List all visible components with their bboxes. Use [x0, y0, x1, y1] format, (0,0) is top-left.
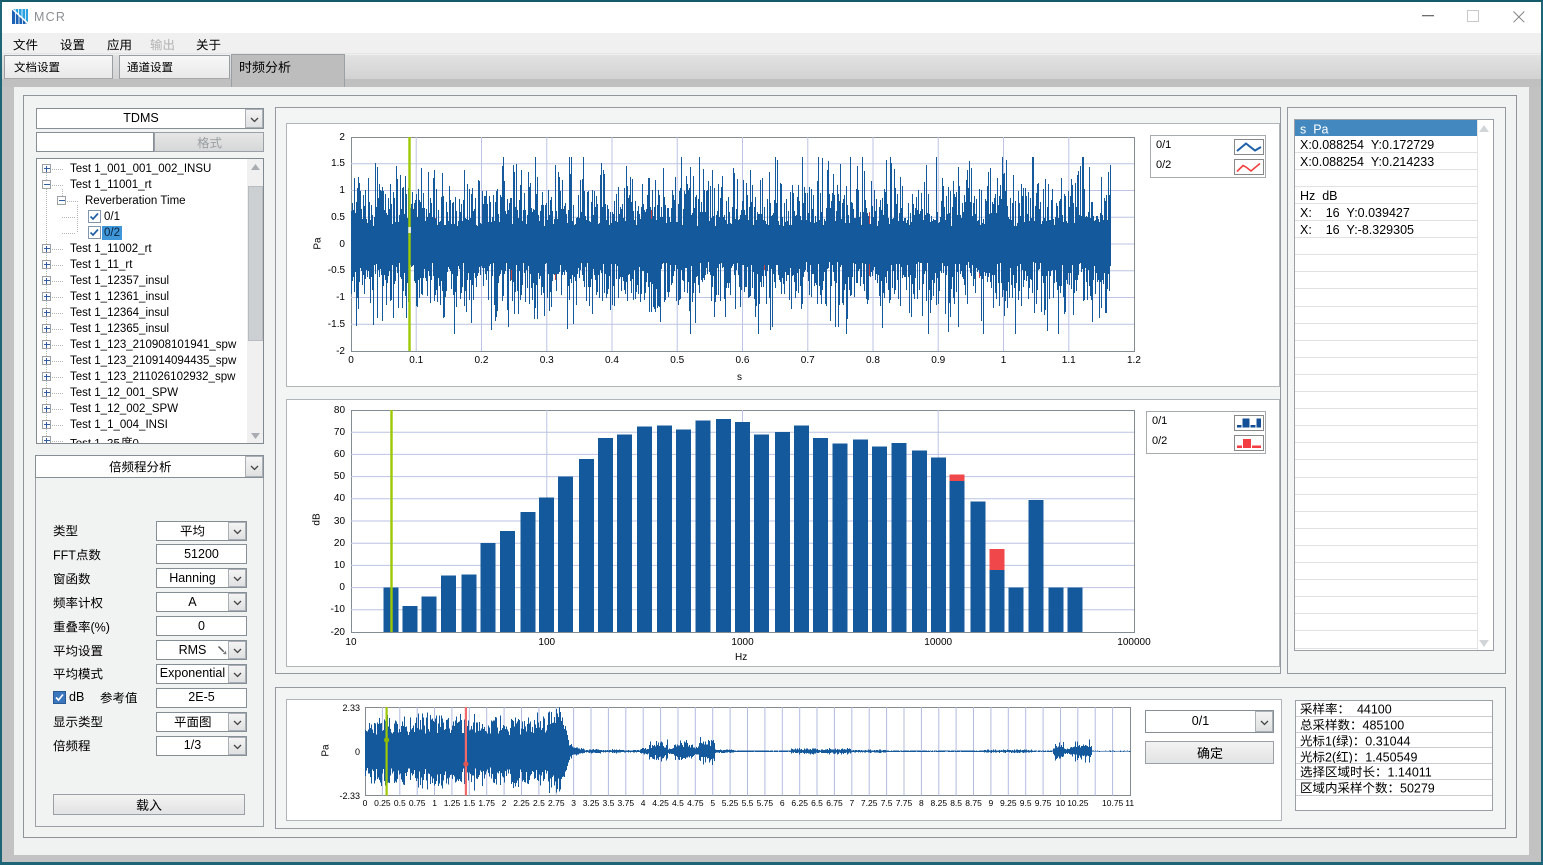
svg-text:FFT: FFT — [53, 548, 76, 562]
svg-text:44100: 44100 — [1350, 703, 1392, 717]
svg-text:485100: 485100 — [1363, 718, 1405, 732]
svg-text:2(: 2( — [1325, 750, 1337, 764]
svg-text:): ) — [1349, 750, 1353, 764]
svg-text:50279: 50279 — [1400, 782, 1435, 796]
svg-text:(%): (%) — [91, 620, 110, 634]
svg-text:): ) — [1349, 734, 1353, 748]
svg-text:1(: 1( — [1325, 734, 1337, 748]
svg-text:1.14011: 1.14011 — [1388, 766, 1432, 780]
svg-text:s Pa: s Pa — [1300, 122, 1329, 136]
svg-text:1.450549: 1.450549 — [1365, 750, 1417, 764]
svg-text:0.31044: 0.31044 — [1365, 734, 1410, 748]
